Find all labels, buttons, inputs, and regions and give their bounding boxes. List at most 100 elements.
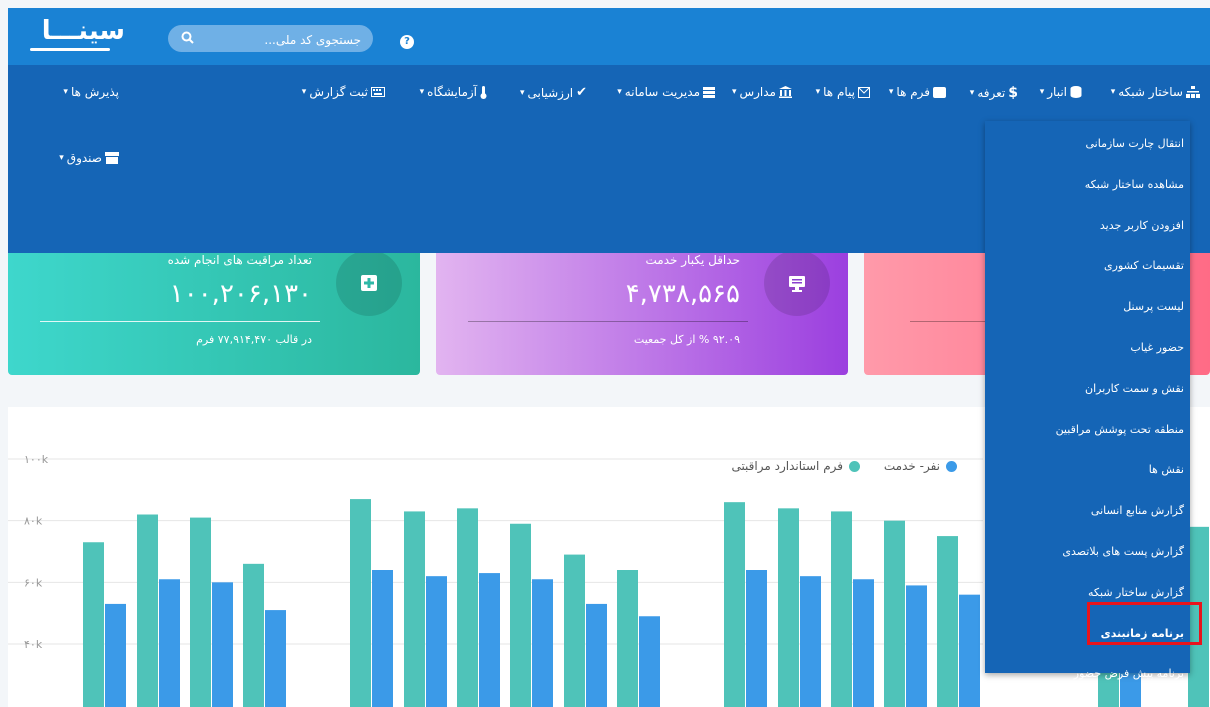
chevron-down-icon: ▾ (301, 87, 307, 97)
nav-label: صندوق (66, 151, 102, 165)
dropdown-item[interactable]: گزارش ساختار شبکه (1088, 586, 1184, 599)
bar-series-2[interactable] (243, 563, 264, 707)
dropdown-item[interactable]: تقسیمات کشوری (1104, 259, 1184, 272)
thermometer-icon (480, 85, 487, 99)
nav-item-system-management[interactable]: مدیریت سامانه ▾ (617, 85, 715, 99)
bar-series-1[interactable] (639, 616, 660, 707)
card-icon-circle (336, 253, 402, 316)
nav-item-forms[interactable]: فرم ها ▾ (889, 85, 946, 99)
dropdown-item[interactable]: افزودن کاربر جدید (1100, 219, 1184, 232)
card-value: ۱۰۰,۲۰۶,۱۳۰ (169, 279, 312, 309)
nav-item-cashbox[interactable]: صندوق ▾ (59, 151, 119, 165)
keyboard-icon (371, 87, 385, 97)
y-tick-label: ۱۰۰k (24, 453, 49, 466)
bar-series-1[interactable] (800, 576, 821, 707)
legend-label: نفر- خدمت (883, 459, 940, 473)
nav-label: ارزشیابی (527, 85, 574, 100)
chevron-down-icon: ▾ (519, 87, 525, 98)
card-icon-circle (764, 253, 830, 316)
nav-item-warehouse[interactable]: انبار ▾ (1040, 85, 1082, 99)
bar-series-2[interactable] (190, 517, 211, 707)
dropdown-item[interactable]: گزارش منابع انسانی (1091, 504, 1184, 517)
bank-icon (779, 86, 792, 98)
dropdown-item[interactable]: انتقال چارت سازمانی (1085, 137, 1184, 150)
bar-series-1[interactable] (372, 570, 393, 707)
nav-item-schools[interactable]: مدارس ▾ (732, 85, 792, 99)
envelope-icon (858, 86, 870, 98)
card-divider (468, 321, 748, 322)
chevron-down-icon: ▾ (1110, 87, 1116, 97)
bar-series-1[interactable] (532, 579, 553, 707)
highlight-annotation (1087, 602, 1202, 645)
dropdown-item[interactable]: حضور غیاب (1130, 341, 1184, 354)
y-tick-label: ۴۰k (24, 638, 43, 651)
help-icon[interactable]: ? (400, 35, 414, 49)
bar-series-1[interactable] (105, 603, 126, 707)
dropdown-item[interactable]: گزارش پست های بلاتصدی (1062, 545, 1184, 558)
bar-series-2[interactable] (778, 508, 799, 707)
nav-item-network-structure[interactable]: ساختار شبکه ▾ (1111, 85, 1200, 99)
chevron-down-icon: ▾ (617, 87, 622, 97)
bar-series-1[interactable] (159, 579, 180, 707)
bar-series-1[interactable] (959, 594, 980, 707)
check-icon: ✔ (576, 85, 587, 100)
legend-series-1[interactable]: نفر- خدمت (884, 459, 957, 473)
card-title: حداقل یکبار خدمت (645, 253, 740, 267)
dropdown-item[interactable]: مشاهده ساختار شبکه (1085, 178, 1184, 191)
chevron-down-icon: ▾ (731, 87, 737, 97)
nav-item-evaluation[interactable]: ✔ ارزشیابی ▾ (520, 85, 587, 100)
bar-series-2[interactable] (937, 536, 958, 707)
search-input[interactable] (199, 25, 363, 54)
bar-series-2[interactable] (83, 542, 104, 707)
bar-series-1[interactable] (906, 585, 927, 707)
bar-series-1[interactable] (265, 610, 286, 707)
stat-card-min-service: حداقل یکبار خدمت ۴,۷۳۸,۵۶۵ ۹۲.۰۹ % از کل… (436, 253, 848, 375)
chevron-down-icon: ▾ (419, 87, 425, 97)
bar-series-2[interactable] (617, 570, 638, 707)
bar-series-2[interactable] (137, 514, 158, 707)
bar-series-2[interactable] (350, 499, 371, 707)
legend-dot-icon (849, 460, 860, 472)
nav-label: فرم ها (896, 85, 930, 99)
dropdown-item[interactable]: منطقه تحت پوشش مراقبین (1056, 423, 1184, 436)
nav-item-laboratory[interactable]: آزمایشگاه ▾ (420, 85, 487, 99)
bar-series-2[interactable] (724, 502, 745, 707)
bar-series-2[interactable] (564, 554, 585, 707)
chevron-down-icon: ▾ (815, 87, 821, 97)
network-structure-dropdown: انتقال چارت سازمانی مشاهده ساختار شبکه افز… (985, 121, 1190, 680)
legend-series-2[interactable]: فرم استاندارد مراقبتی (731, 459, 860, 473)
legend-label: فرم استاندارد مراقبتی (731, 459, 843, 473)
stat-card-services: تعداد مراقبت های انجام شده ۱۰۰,۲۰۶,۱۳۰ د… (8, 253, 420, 375)
search-box (168, 25, 373, 54)
dropdown-item[interactable]: برنامه پیش فرض حضور (1074, 667, 1184, 680)
form-icon (933, 86, 946, 98)
chevron-down-icon: ▾ (969, 88, 975, 98)
card-subtext: در قالب ۷۷,۹۱۴,۴۷۰ فرم (196, 333, 312, 346)
chevron-down-icon: ▾ (63, 87, 68, 97)
bar-series-1[interactable] (479, 573, 500, 707)
nav-item-admissions[interactable]: پذیرش ها ▾ (63, 85, 119, 99)
nav-label: ساختار شبکه (1118, 85, 1183, 99)
nav-item-tariff[interactable]: $ تعرفه ▾ (970, 85, 1018, 101)
bar-series-1[interactable] (586, 603, 607, 707)
nav-item-messages[interactable]: پیام ها ▾ (816, 85, 870, 99)
chevron-down-icon: ▾ (888, 87, 894, 97)
dropdown-item[interactable]: نقش ها (1149, 463, 1184, 476)
legend-dot-icon (946, 460, 957, 472)
bar-series-2[interactable] (510, 523, 531, 707)
nav-item-register-report[interactable]: ثبت گزارش ▾ (302, 85, 385, 99)
bar-series-1[interactable] (746, 570, 767, 707)
dropdown-item[interactable]: نقش و سمت کاربران (1085, 382, 1184, 395)
bar-series-2[interactable] (404, 511, 425, 707)
bar-series-2[interactable] (457, 508, 478, 707)
nav-label: آزمایشگاه (427, 85, 477, 99)
card-divider (40, 321, 320, 322)
app-logo[interactable]: سینـــا (42, 16, 125, 46)
search-icon[interactable] (180, 30, 196, 46)
bar-series-1[interactable] (212, 582, 233, 707)
bar-series-2[interactable] (884, 520, 905, 707)
dropdown-item[interactable]: لیست پرسنل (1123, 300, 1184, 313)
bar-series-2[interactable] (831, 511, 852, 707)
bar-series-1[interactable] (853, 579, 874, 707)
bar-series-1[interactable] (426, 576, 447, 707)
